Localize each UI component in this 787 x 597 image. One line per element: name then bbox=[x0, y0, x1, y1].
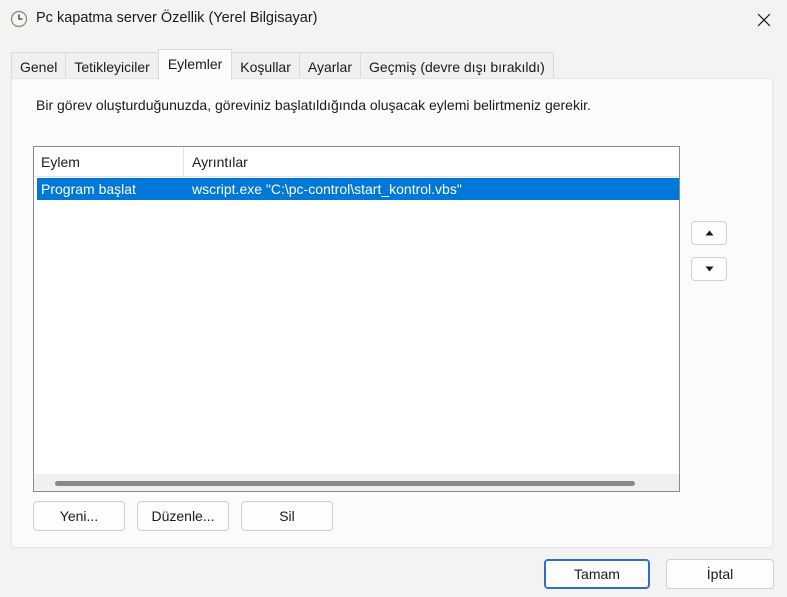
actions-panel: Bir görev oluşturduğunuzda, göreviniz ba… bbox=[11, 78, 773, 548]
title-bar: Pc kapatma server Özellik (Yerel Bilgisa… bbox=[0, 0, 787, 40]
close-icon bbox=[757, 13, 771, 27]
delete-button[interactable]: Sil bbox=[241, 501, 333, 531]
tab-strip: Genel Tetikleyiciler Eylemler Koşullar A… bbox=[11, 49, 554, 80]
clock-icon bbox=[10, 10, 28, 28]
actions-list[interactable]: Eylem Ayrıntılar Program başlat wscript.… bbox=[33, 146, 680, 492]
triangle-down-icon bbox=[705, 266, 713, 272]
tab-eylemler[interactable]: Eylemler bbox=[157, 49, 233, 80]
instructions-text: Bir görev oluşturduğunuzda, göreviniz ba… bbox=[36, 97, 591, 113]
tab-genel[interactable]: Genel bbox=[11, 52, 67, 79]
move-up-button[interactable] bbox=[691, 221, 727, 245]
close-button[interactable] bbox=[741, 0, 787, 40]
tab-tetikleyiciler[interactable]: Tetikleyiciler bbox=[65, 52, 159, 79]
window-title: Pc kapatma server Özellik (Yerel Bilgisa… bbox=[36, 10, 318, 26]
list-header: Eylem Ayrıntılar bbox=[34, 147, 679, 177]
tab-ayarlar[interactable]: Ayarlar bbox=[298, 52, 361, 79]
row-action: Program başlat bbox=[41, 181, 136, 197]
column-header-action[interactable]: Eylem bbox=[34, 147, 184, 177]
triangle-up-icon bbox=[705, 230, 713, 236]
tab-kosullar[interactable]: Koşullar bbox=[231, 52, 300, 79]
horizontal-scrollbar[interactable] bbox=[34, 474, 679, 491]
new-button[interactable]: Yeni... bbox=[33, 501, 125, 531]
scrollbar-thumb[interactable] bbox=[55, 481, 635, 486]
column-header-details[interactable]: Ayrıntılar bbox=[184, 147, 679, 177]
cancel-button[interactable]: İptal bbox=[666, 559, 774, 589]
ok-button[interactable]: Tamam bbox=[544, 559, 650, 589]
row-details: wscript.exe "C:\pc-control\start_kontrol… bbox=[192, 181, 462, 197]
edit-button[interactable]: Düzenle... bbox=[137, 501, 229, 531]
list-row[interactable]: Program başlat wscript.exe "C:\pc-contro… bbox=[37, 178, 679, 200]
move-down-button[interactable] bbox=[691, 257, 727, 281]
tab-gecmis[interactable]: Geçmiş (devre dışı bırakıldı) bbox=[359, 52, 554, 79]
